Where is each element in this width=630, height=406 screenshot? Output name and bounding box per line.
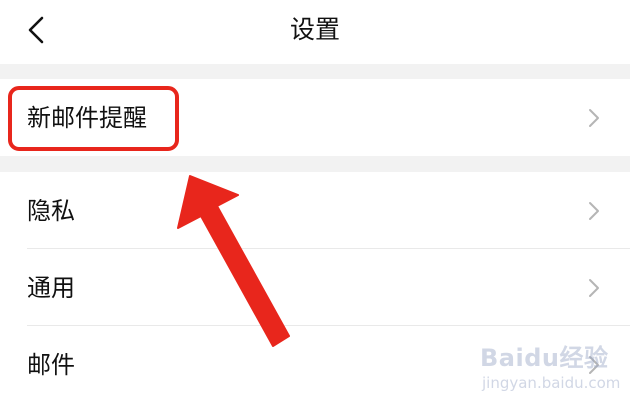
settings-row-privacy[interactable]: 隐私	[0, 172, 630, 249]
watermark-logo: Baidu经验	[480, 344, 609, 372]
settings-row-general[interactable]: 通用	[0, 249, 630, 326]
nav-bar: 设置	[0, 0, 630, 64]
watermark-url: jingyan.baidu.com	[482, 374, 621, 392]
settings-screen: 设置 新邮件提醒 隐私 通用 邮件 Baidu经验 jingyan.baidu.…	[0, 0, 630, 406]
page-title: 设置	[289, 15, 340, 44]
settings-row-label: 隐私	[27, 197, 75, 225]
chevron-right-icon	[589, 202, 599, 220]
highlight-box	[8, 86, 179, 151]
chevron-right-icon	[589, 109, 599, 127]
settings-row-label: 邮件	[27, 351, 75, 379]
chevron-right-icon	[589, 279, 599, 297]
watermark: Baidu经验 jingyan.baidu.com	[480, 338, 630, 406]
settings-row-label: 通用	[27, 274, 75, 302]
